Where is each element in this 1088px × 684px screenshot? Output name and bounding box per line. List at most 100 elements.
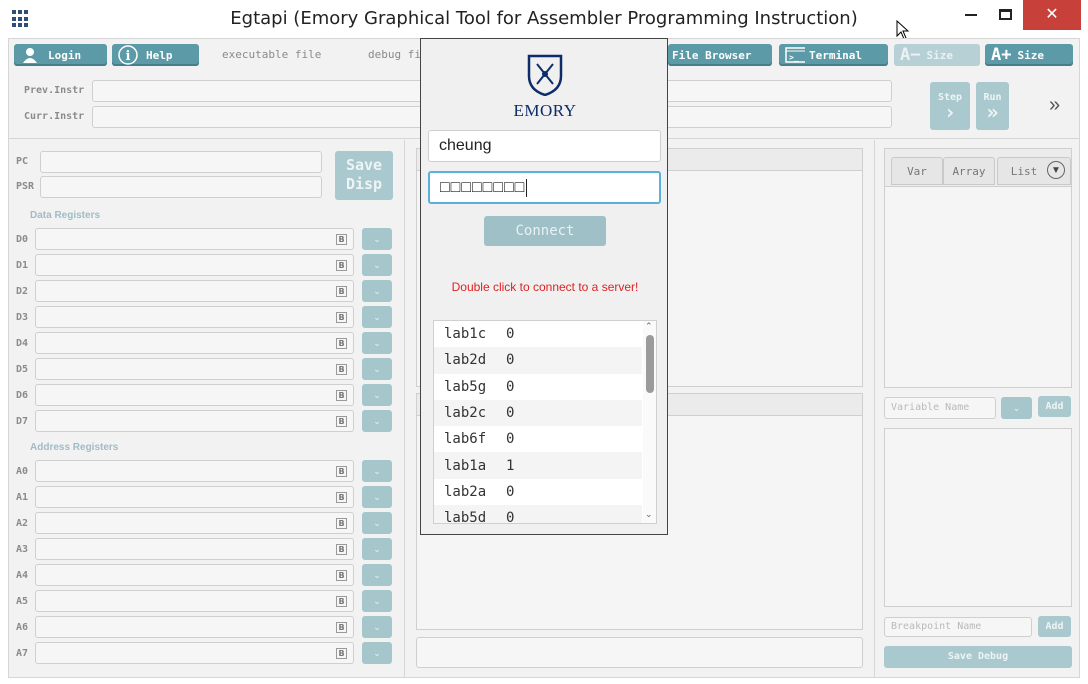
register-format-dropdown[interactable]: ⌄ (362, 590, 392, 612)
username-input[interactable]: cheung (428, 130, 661, 162)
more-button[interactable]: » (1049, 94, 1060, 117)
register-format-dropdown[interactable]: ⌄ (362, 228, 392, 250)
register-format-dropdown[interactable]: ⌄ (362, 384, 392, 406)
breakpoint-name-input[interactable]: Breakpoint Name (884, 617, 1032, 637)
list-item[interactable]: lab5g 0 (434, 374, 642, 400)
register-row: A4 B ⌄ (16, 564, 396, 590)
register-format-dropdown[interactable]: ⌄ (362, 280, 392, 302)
register-row: A2 B ⌄ (16, 512, 396, 538)
help-button[interactable]: i Help (112, 44, 199, 66)
list-item[interactable]: lab1c 0 (434, 321, 642, 347)
server-count: 0 (506, 431, 515, 448)
register-label: A5 (16, 596, 29, 607)
list-item[interactable]: lab2c 0 (434, 399, 642, 427)
divider (404, 140, 405, 678)
save-display-button[interactable]: Save Disp (335, 151, 393, 200)
server-list-items: lab1c 0 lab2d 0 lab5g 0 lab2c 0 lab6f 0 lab1a… (434, 321, 656, 523)
increase-size-button[interactable]: A+ Size (985, 44, 1073, 66)
register-label: D1 (16, 260, 29, 271)
increase-size-label: Size (1017, 48, 1044, 62)
register-format-dropdown[interactable]: ⌄ (362, 410, 392, 432)
terminal-button[interactable]: >_ Terminal (779, 44, 888, 66)
add-variable-button[interactable]: Add (1038, 396, 1071, 417)
register-format-dropdown[interactable]: ⌄ (362, 642, 392, 664)
binary-icon[interactable]: B (336, 518, 347, 529)
register-label: D4 (16, 338, 29, 349)
run-button[interactable]: Run » (976, 82, 1009, 130)
binary-icon[interactable]: B (336, 416, 347, 427)
register-format-dropdown[interactable]: ⌄ (362, 254, 392, 276)
tab-var[interactable]: Var (891, 157, 943, 185)
chevron-down-icon[interactable]: ▼ (1047, 161, 1065, 179)
variable-type-dropdown[interactable]: ⌄ (1001, 397, 1032, 419)
variable-name-input[interactable]: Variable Name (884, 397, 996, 419)
binary-icon[interactable]: B (336, 570, 347, 581)
register-format-dropdown[interactable]: ⌄ (362, 616, 392, 638)
register-field: B (35, 486, 354, 508)
register-row: A3 B ⌄ (16, 538, 396, 564)
file-browser-button[interactable]: File Browser (668, 44, 772, 66)
binary-icon[interactable]: B (336, 492, 347, 503)
executable-file-label[interactable]: executable file (222, 48, 321, 61)
binary-icon[interactable]: B (336, 364, 347, 375)
run-icon: » (986, 100, 999, 124)
binary-icon[interactable]: B (336, 234, 347, 245)
register-format-dropdown[interactable]: ⌄ (362, 306, 392, 328)
data-registers-label: Data Registers (30, 210, 101, 221)
list-item[interactable]: lab2d 0 (434, 347, 642, 374)
address-registers-label: Address Registers (30, 442, 119, 453)
binary-icon[interactable]: B (336, 390, 347, 401)
register-label: A1 (16, 492, 29, 503)
step-button[interactable]: Step › (930, 82, 970, 130)
binary-icon[interactable]: B (336, 260, 347, 271)
register-format-dropdown[interactable]: ⌄ (362, 358, 392, 380)
list-item[interactable]: lab2a 0 (434, 479, 642, 505)
divider (874, 140, 875, 678)
list-scrollbar[interactable]: ⌃ ⌄ (643, 321, 656, 523)
register-label: A4 (16, 570, 29, 581)
add-breakpoint-button[interactable]: Add (1038, 616, 1071, 637)
register-field: B (35, 384, 354, 406)
emory-logo-text: EMORY (513, 101, 577, 120)
binary-icon[interactable]: B (336, 622, 347, 633)
list-item[interactable]: lab1a 1 (434, 452, 642, 479)
binary-icon[interactable]: B (336, 338, 347, 349)
scrollbar-thumb[interactable] (646, 335, 654, 393)
binary-icon[interactable]: B (336, 312, 347, 323)
tab-array[interactable]: Array (943, 157, 995, 185)
server-name: lab5g (444, 378, 487, 395)
close-button[interactable]: ✕ (1023, 0, 1081, 30)
login-dialog: EMORY cheung □□□□□□□□ Connect Double cli… (420, 38, 668, 535)
register-format-dropdown[interactable]: ⌄ (362, 486, 392, 508)
server-list[interactable]: lab1c 0 lab2d 0 lab5g 0 lab2c 0 lab6f 0 lab1a… (433, 320, 657, 524)
register-format-dropdown[interactable]: ⌄ (362, 564, 392, 586)
breakpoint-list[interactable] (884, 428, 1072, 607)
decrease-size-button[interactable]: A− Size (894, 44, 980, 66)
psr-field (40, 176, 322, 198)
scroll-up-icon[interactable]: ⌃ (645, 321, 653, 332)
list-item[interactable]: lab5d 0 (434, 505, 642, 523)
register-format-dropdown[interactable]: ⌄ (362, 512, 392, 534)
help-label: Help (146, 48, 173, 62)
list-item[interactable]: lab6f 0 (434, 426, 642, 452)
register-format-dropdown[interactable]: ⌄ (362, 460, 392, 482)
server-name: lab2d (444, 352, 487, 369)
register-format-dropdown[interactable]: ⌄ (362, 332, 392, 354)
emory-shield-icon (527, 54, 563, 96)
binary-icon[interactable]: B (336, 466, 347, 477)
connect-button[interactable]: Connect (484, 216, 606, 246)
maximize-button[interactable] (982, 0, 1028, 30)
binary-icon[interactable]: B (336, 544, 347, 555)
binary-icon[interactable]: B (336, 286, 347, 297)
save-debug-button[interactable]: Save Debug (884, 646, 1072, 668)
debug-file-label[interactable]: debug fi (368, 48, 421, 61)
scroll-down-icon[interactable]: ⌄ (645, 509, 653, 520)
binary-icon[interactable]: B (336, 648, 347, 659)
font-increase-icon: A+ (991, 45, 1012, 65)
login-button[interactable]: Login (14, 44, 107, 66)
connect-hint: Double click to connect to a server! (451, 280, 639, 294)
binary-icon[interactable]: B (336, 596, 347, 607)
password-input[interactable]: □□□□□□□□ (428, 171, 661, 204)
console-input[interactable] (416, 637, 863, 668)
register-format-dropdown[interactable]: ⌄ (362, 538, 392, 560)
